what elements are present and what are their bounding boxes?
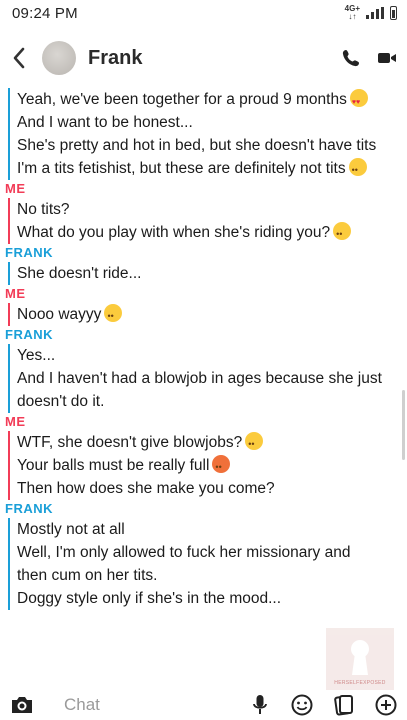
message-group: FRANK Mostly not at all Well, I'm only a… [0,500,407,610]
message-line[interactable]: Then how does she make you come? [17,477,407,500]
message-group: ME No tits? What do you play with when s… [0,180,407,246]
message-line[interactable]: She's pretty and hot in bed, but she doe… [17,134,407,157]
plus-icon [375,694,397,716]
message-text: Mostly not at all [17,521,125,538]
signal-icon [366,7,384,19]
camera-button[interactable] [8,691,36,719]
thinking-emoji-icon [245,432,264,456]
message-text: WTF, she doesn't give blowjobs? [17,434,243,451]
message-text: Yeah, we've been together for a proud 9 … [17,91,347,108]
message-text: Nooo wayyy [17,306,102,323]
message-line[interactable]: Nooo wayyy [17,303,407,328]
plus-button[interactable] [373,692,399,718]
scrollbar[interactable] [402,390,405,460]
message-group: FRANK Yes... And I haven't had a blowjob… [0,326,407,413]
sender-label: ME [5,181,26,196]
voice-button[interactable] [247,692,273,718]
status-bar: 09:24 PM 4G+ ↓↑ [0,0,407,26]
message-text: then cum on her tits. [17,567,158,584]
watermark-logo: HERSELFEXPOSED [326,628,394,694]
chevron-left-icon [13,47,25,69]
message-block: Yeah, we've been together for a proud 9 … [8,88,407,182]
message-line[interactable]: She doesn't ride... [17,262,407,285]
message-text: doesn't do it. [17,393,105,410]
message-block: Yes... And I haven't had a blowjob in ag… [8,344,407,413]
message-text: I'm a tits fetishist, but these are defi… [17,160,346,177]
phone-icon [342,50,359,67]
sender-label: FRANK [5,327,53,342]
avatar[interactable] [42,41,76,75]
call-button[interactable] [339,46,363,70]
cards-icon [334,695,353,716]
status-time: 09:24 PM [12,4,78,22]
video-call-button[interactable] [375,46,399,70]
sender-label: ME [5,414,26,429]
message-line[interactable]: WTF, she doesn't give blowjobs? [17,431,407,456]
message-line[interactable]: Yeah, we've been together for a proud 9 … [17,88,407,114]
back-button[interactable] [8,43,30,73]
sender-label: FRANK [5,501,53,516]
watermark-text: HERSELFEXPOSED [334,679,386,686]
message-text: She doesn't ride... [17,265,142,282]
message-line[interactable]: Well, I'm only allowed to fuck her missi… [17,541,407,564]
message-block: No tits? What do you play with when she'… [8,198,407,246]
video-camera-icon [378,53,396,63]
message-line[interactable]: I'm a tits fetishist, but these are defi… [17,157,407,182]
message-text: Yes... [17,347,56,364]
chat-input[interactable]: Chat [64,695,100,715]
message-text: And I haven't had a blowjob in ages beca… [17,370,382,387]
message-line[interactable]: No tits? [17,198,407,221]
message-line[interactable]: Mostly not at all [17,518,407,541]
message-line[interactable]: doesn't do it. [17,390,407,413]
message-line[interactable]: And I haven't had a blowjob in ages beca… [17,367,407,390]
message-text: Well, I'm only allowed to fuck her missi… [17,544,351,561]
message-list: Yeah, we've been together for a proud 9 … [0,88,407,610]
message-line[interactable]: Your balls must be really full [17,454,407,479]
sender-label: ME [5,286,26,301]
message-group: FRANK She doesn't ride... [0,244,407,285]
heart-eyes-emoji-icon [349,89,368,114]
cards-button[interactable] [331,692,357,718]
hot-face-emoji-icon [212,455,231,479]
worried-emoji-icon [104,304,123,328]
message-text: No tits? [17,201,70,218]
message-text: Your balls must be really full [17,457,210,474]
message-group: ME WTF, she doesn't give blowjobs? Your … [0,413,407,500]
message-text: She's pretty and hot in bed, but she doe… [17,137,377,154]
chat-bar-actions [247,692,399,718]
message-text: What do you play with when she's riding … [17,224,331,241]
microphone-icon [253,695,267,714]
sender-label: FRANK [5,245,53,260]
sticker-button[interactable] [289,692,315,718]
message-line[interactable]: Yes... [17,344,407,367]
battery-icon [390,6,397,20]
keyhole-icon [351,639,369,675]
chat-header: Frank [0,30,407,86]
thinking-emoji-icon [333,222,352,246]
network-type: 4G+ ↓↑ [345,5,360,21]
status-icons: 4G+ ↓↑ [345,5,397,21]
message-line[interactable]: What do you play with when she's riding … [17,221,407,246]
message-text: Doggy style only if she's in the mood... [17,590,282,607]
message-block: Mostly not at all Well, I'm only allowed… [8,518,407,610]
message-text: Then how does she make you come? [17,480,275,497]
header-actions [339,46,399,70]
data-arrows-icon: ↓↑ [348,12,357,21]
smiley-icon [291,694,313,716]
camera-icon [12,697,32,713]
message-text: And I want to be honest... [17,114,193,131]
message-block: Nooo wayyy [8,303,407,328]
message-group: ME Nooo wayyy [0,285,407,328]
contact-name[interactable]: Frank [88,47,142,70]
message-line[interactable]: And I want to be honest... [17,111,407,134]
message-line[interactable]: then cum on her tits. [17,564,407,587]
message-line[interactable]: Doggy style only if she's in the mood... [17,587,407,610]
message-block: She doesn't ride... [8,262,407,285]
message-group: Yeah, we've been together for a proud 9 … [0,88,407,182]
message-block: WTF, she doesn't give blowjobs? Your bal… [8,431,407,500]
chat-bar: Chat [0,690,407,720]
sad-emoji-icon [348,158,367,182]
